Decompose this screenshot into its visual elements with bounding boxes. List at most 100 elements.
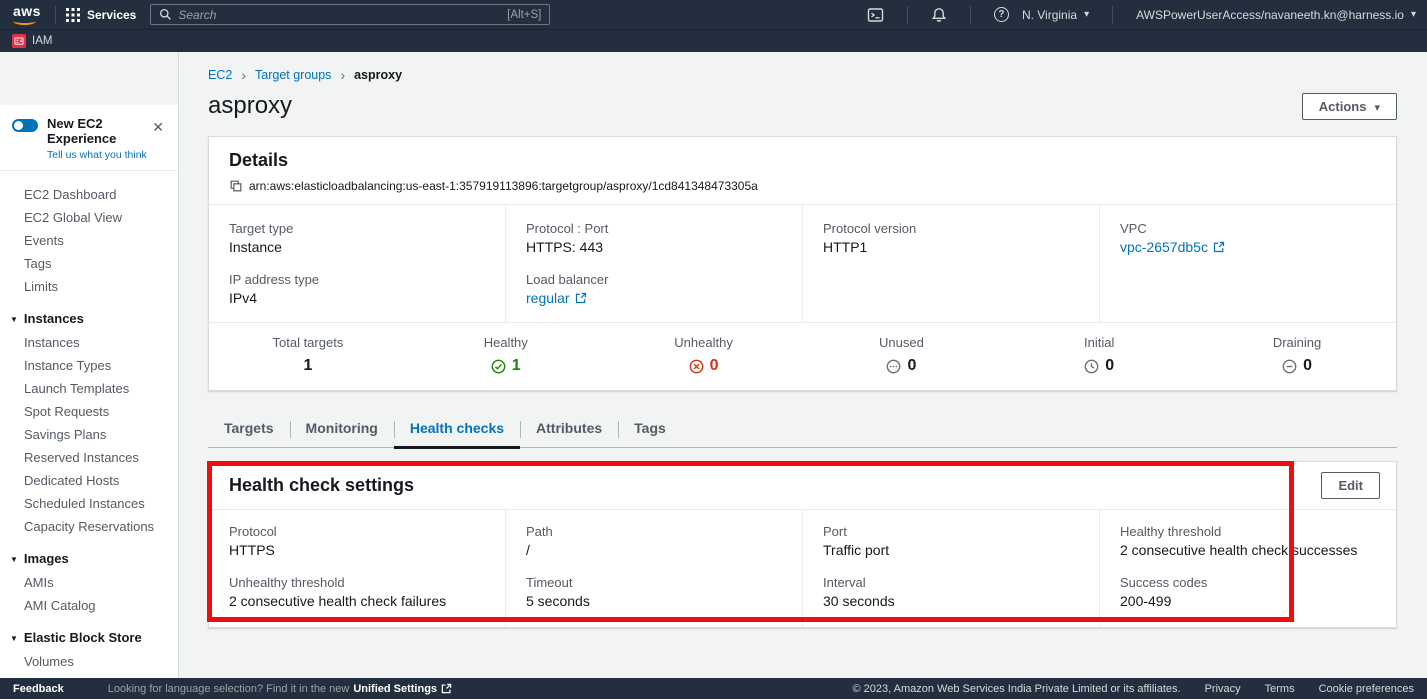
sidebar-section-instances[interactable]: Instances: [0, 306, 178, 331]
counter-total-targets: Total targets 1: [209, 335, 407, 375]
ellipsis-circle-icon: [886, 359, 901, 374]
field-load-balancer: Load balancer regular: [526, 272, 782, 306]
aws-logo-smile: [13, 17, 36, 25]
sidebar-item-events[interactable]: Events: [0, 229, 178, 252]
divider: [907, 6, 908, 24]
breadcrumb-current: asproxy: [354, 68, 402, 82]
services-menu-button[interactable]: Services: [66, 8, 136, 22]
privacy-link[interactable]: Privacy: [1205, 683, 1241, 695]
aws-logo[interactable]: aws: [11, 3, 45, 26]
chevron-right-icon: [340, 69, 345, 81]
tab-tags[interactable]: Tags: [618, 412, 682, 447]
details-column: Protocol : Port HTTPS: 443 Load balancer…: [505, 205, 802, 322]
health-check-grid: Protocol HTTPS Unhealthy threshold 2 con…: [209, 510, 1396, 627]
field-protocol: Protocol HTTPS: [229, 524, 485, 558]
new-experience-toggle[interactable]: [12, 119, 38, 132]
account-label: AWSPowerUserAccess/navaneeth.kn@harness.…: [1136, 8, 1404, 22]
details-column: Target type Instance IP address type IPv…: [209, 205, 505, 322]
help-icon[interactable]: [994, 7, 1009, 22]
global-search[interactable]: [Alt+S]: [150, 4, 550, 25]
sidebar-item-reserved-instances[interactable]: Reserved Instances: [0, 446, 178, 469]
details-header: Details arn:aws:elasticloadbalancing:us-…: [209, 137, 1396, 205]
tell-us-link[interactable]: Tell us what you think: [47, 149, 147, 161]
sidebar-item-scheduled-instances[interactable]: Scheduled Instances: [0, 492, 178, 515]
chevron-down-icon: [10, 629, 18, 646]
health-check-column: Port Traffic port Interval 30 seconds: [802, 510, 1099, 627]
minus-circle-icon: [1282, 359, 1297, 374]
field-success-codes: Success codes 200-499: [1120, 575, 1376, 609]
sidebar-item-spot-requests[interactable]: Spot Requests: [0, 400, 178, 423]
close-icon[interactable]: [152, 120, 164, 134]
actions-button[interactable]: Actions: [1302, 93, 1397, 120]
sidebar-item-ami-catalog[interactable]: AMI Catalog: [0, 594, 178, 617]
sidebar-item-ec2-dashboard[interactable]: EC2 Dashboard: [0, 183, 178, 206]
tab-health-checks[interactable]: Health checks: [394, 412, 520, 447]
breadcrumb-ec2[interactable]: EC2: [208, 68, 232, 82]
cloudshell-icon[interactable]: [867, 7, 884, 23]
field-interval: Interval 30 seconds: [823, 575, 1079, 609]
tab-monitoring[interactable]: Monitoring: [290, 412, 394, 447]
sidebar-item-capacity-reservations[interactable]: Capacity Reservations: [0, 515, 178, 538]
search-input[interactable]: [178, 8, 501, 22]
notifications-bell-icon[interactable]: [931, 7, 947, 23]
footer-bar: Feedback Looking for language selection?…: [0, 678, 1427, 699]
health-check-header: Health check settings Edit: [209, 462, 1396, 510]
sidebar-item-volumes[interactable]: Volumes: [0, 650, 178, 673]
services-grid-icon: [66, 8, 80, 22]
health-check-column: Healthy threshold 2 consecutive health c…: [1099, 510, 1396, 627]
sidebar-item-ec2-global-view[interactable]: EC2 Global View: [0, 206, 178, 229]
sidebar-item-tags[interactable]: Tags: [0, 252, 178, 275]
terms-link[interactable]: Terms: [1265, 683, 1295, 695]
region-selector[interactable]: N. Virginia: [1022, 8, 1089, 22]
account-menu[interactable]: AWSPowerUserAccess/navaneeth.kn@harness.…: [1136, 8, 1416, 22]
feedback-button[interactable]: Feedback: [13, 683, 64, 695]
edit-button[interactable]: Edit: [1321, 472, 1380, 499]
sidebar-item-instance-types[interactable]: Instance Types: [0, 354, 178, 377]
vpc-link[interactable]: vpc-2657db5c: [1120, 239, 1225, 255]
cookie-preferences-link[interactable]: Cookie preferences: [1319, 683, 1414, 695]
language-hint: Looking for language selection? Find it …: [108, 683, 350, 695]
content-area: New EC2 Experience Tell us what you thin…: [0, 52, 1427, 678]
region-label: N. Virginia: [1022, 8, 1077, 22]
tab-targets[interactable]: Targets: [208, 412, 290, 447]
details-title: Details: [229, 150, 1376, 171]
chevron-down-icon: [10, 550, 18, 567]
search-shortcut-hint: [Alt+S]: [507, 9, 541, 21]
external-link-icon: [441, 683, 452, 694]
favorites-item-iam[interactable]: IAM: [32, 35, 52, 47]
sidebar-section-elastic-block-store[interactable]: Elastic Block Store: [0, 625, 178, 650]
sidebar-item-instances[interactable]: Instances: [0, 331, 178, 354]
divider: [55, 6, 56, 24]
field-port: Port Traffic port: [823, 524, 1079, 558]
page-title: asproxy: [208, 92, 292, 120]
sidebar-section-images[interactable]: Images: [0, 546, 178, 571]
sidebar-item-amis[interactable]: AMIs: [0, 571, 178, 594]
unified-settings-link[interactable]: Unified Settings: [353, 683, 452, 695]
counter-draining: Draining 0: [1198, 335, 1396, 375]
counter-unhealthy: Unhealthy 0: [605, 335, 803, 375]
main-content: EC2 Target groups asproxy asproxy Action…: [179, 52, 1427, 678]
health-check-title: Health check settings: [229, 475, 414, 496]
sidebar-item-savings-plans[interactable]: Savings Plans: [0, 423, 178, 446]
sidebar-nav: EC2 Dashboard EC2 Global View Events Tag…: [0, 171, 178, 678]
sidebar-item-dedicated-hosts[interactable]: Dedicated Hosts: [0, 469, 178, 492]
search-icon: [159, 8, 172, 21]
field-unhealthy-threshold: Unhealthy threshold 2 consecutive health…: [229, 575, 485, 609]
copyright-text: © 2023, Amazon Web Services India Privat…: [853, 683, 1181, 695]
field-protocol-port: Protocol : Port HTTPS: 443: [526, 221, 782, 255]
divider: [970, 6, 971, 24]
tab-attributes[interactable]: Attributes: [520, 412, 618, 447]
sidebar-item-limits[interactable]: Limits: [0, 275, 178, 298]
load-balancer-link[interactable]: regular: [526, 290, 587, 306]
field-vpc: VPC vpc-2657db5c: [1120, 221, 1376, 255]
aws-console-page: aws Services [Alt+S]: [0, 0, 1427, 699]
health-check-column: Path / Timeout 5 seconds: [505, 510, 802, 627]
breadcrumb-target-groups[interactable]: Target groups: [255, 68, 331, 82]
chevron-down-icon: [1374, 99, 1380, 114]
divider: [1112, 6, 1113, 24]
external-link-icon: [575, 292, 587, 304]
x-circle-icon: [689, 359, 704, 374]
health-check-column: Protocol HTTPS Unhealthy threshold 2 con…: [209, 510, 505, 627]
copy-icon[interactable]: [229, 179, 243, 193]
sidebar-item-launch-templates[interactable]: Launch Templates: [0, 377, 178, 400]
